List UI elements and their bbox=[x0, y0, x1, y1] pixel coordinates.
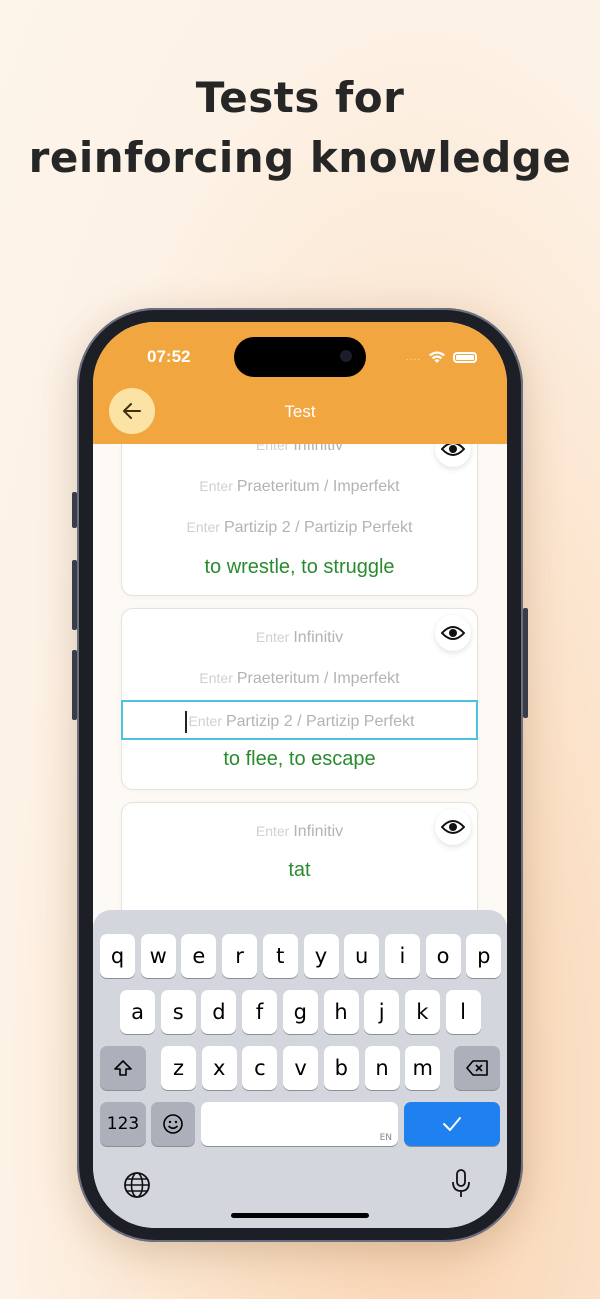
dynamic-island bbox=[234, 337, 366, 377]
verb-card: Enter Infinitiv Enter Praeteritum / Imperf… bbox=[121, 608, 478, 790]
microphone-icon[interactable] bbox=[449, 1168, 473, 1200]
battery-icon bbox=[453, 351, 477, 363]
field-prefix: Enter bbox=[199, 670, 233, 686]
field-label: Partizip 2 / Partizip Perfekt bbox=[225, 713, 415, 731]
infinitiv-input[interactable]: Enter Infinitiv bbox=[122, 823, 477, 841]
key-c[interactable]: c bbox=[242, 1046, 278, 1090]
praeteritum-input[interactable]: Enter Praeteritum / Imperfekt bbox=[122, 670, 477, 688]
key-k[interactable]: k bbox=[404, 990, 440, 1034]
signal-dots: .... bbox=[405, 351, 421, 363]
key-o[interactable]: o bbox=[425, 934, 461, 978]
phone-volume-down-button bbox=[72, 650, 77, 720]
key-p[interactable]: p bbox=[466, 934, 502, 978]
partizip-input[interactable]: Enter Partizip 2 / Partizip Perfekt bbox=[122, 519, 477, 537]
camera-icon bbox=[340, 350, 352, 362]
globe-icon[interactable] bbox=[122, 1170, 152, 1200]
emoji-icon bbox=[163, 1114, 183, 1134]
field-prefix: Enter bbox=[255, 444, 290, 453]
key-e[interactable]: e bbox=[181, 934, 217, 978]
status-time: 07:52 bbox=[147, 347, 191, 366]
headline-line-1: Tests for bbox=[195, 73, 405, 122]
field-label: Praeteritum / Imperfekt bbox=[236, 478, 400, 495]
field-prefix: Enter bbox=[255, 823, 290, 839]
partizip-input[interactable]: Enter Partizip 2 / Partizip Perfekt bbox=[123, 711, 476, 733]
field-label: Partizip 2 / Partizip Perfekt bbox=[223, 519, 413, 536]
field-prefix: Enter bbox=[199, 478, 233, 494]
shift-key[interactable] bbox=[100, 1046, 146, 1090]
test-list[interactable]: Enter Infinitiv Enter Praeteritum / Imperf… bbox=[93, 444, 507, 910]
field-label: Praeteritum / Imperfekt bbox=[236, 670, 400, 687]
filled-value: tat bbox=[288, 859, 311, 881]
infinitiv-input[interactable]: Enter Infinitiv bbox=[122, 444, 477, 455]
key-s[interactable]: s bbox=[160, 990, 196, 1034]
key-h[interactable]: h bbox=[323, 990, 359, 1034]
shift-icon bbox=[114, 1060, 132, 1076]
key-u[interactable]: u bbox=[344, 934, 380, 978]
phone-power-button bbox=[523, 608, 528, 718]
space-key[interactable]: EN bbox=[201, 1102, 398, 1146]
key-w[interactable]: w bbox=[140, 934, 176, 978]
field-label: Infinitiv bbox=[293, 444, 344, 454]
key-y[interactable]: y bbox=[303, 934, 339, 978]
delete-key[interactable] bbox=[454, 1046, 500, 1090]
key-j[interactable]: j bbox=[364, 990, 400, 1034]
verb-card: Enter Infinitiv tat bbox=[121, 802, 478, 910]
headline: Tests for reinforcing knowledge bbox=[0, 68, 600, 188]
key-r[interactable]: r bbox=[222, 934, 258, 978]
field-prefix: Enter bbox=[186, 519, 220, 535]
key-b[interactable]: b bbox=[323, 1046, 359, 1090]
key-f[interactable]: f bbox=[242, 990, 278, 1034]
infinitiv-input[interactable]: Enter Infinitiv bbox=[122, 629, 477, 647]
partizip-input-focused[interactable]: Enter Partizip 2 / Partizip Perfekt bbox=[121, 700, 478, 740]
key-t[interactable]: t bbox=[262, 934, 298, 978]
phone-volume-up-button bbox=[72, 560, 77, 630]
nav-title: Test bbox=[284, 402, 316, 421]
wifi-icon bbox=[429, 351, 445, 363]
field-label: Infinitiv bbox=[293, 629, 344, 646]
key-m[interactable]: m bbox=[405, 1046, 441, 1090]
backspace-icon bbox=[466, 1060, 488, 1076]
key-i[interactable]: i bbox=[384, 934, 420, 978]
translation-text: to wrestle, to struggle bbox=[204, 556, 395, 578]
checkmark-icon bbox=[443, 1117, 461, 1131]
key-g[interactable]: g bbox=[282, 990, 318, 1034]
key-x[interactable]: x bbox=[201, 1046, 237, 1090]
headline-line-2: reinforcing knowledge bbox=[28, 133, 572, 182]
field-prefix: Enter bbox=[188, 713, 222, 730]
key-d[interactable]: d bbox=[201, 990, 237, 1034]
field-label: Infinitiv bbox=[293, 823, 344, 840]
key-a[interactable]: a bbox=[120, 990, 155, 1034]
emoji-key[interactable] bbox=[151, 1102, 195, 1146]
key-z[interactable]: z bbox=[161, 1046, 196, 1090]
key-v[interactable]: v bbox=[283, 1046, 319, 1090]
status-icons: .... bbox=[406, 350, 477, 364]
home-indicator bbox=[231, 1213, 369, 1218]
phone-action-button bbox=[72, 492, 77, 528]
field-prefix: Enter bbox=[255, 629, 290, 645]
key-q[interactable]: q bbox=[100, 934, 135, 978]
done-key[interactable] bbox=[404, 1102, 500, 1146]
text-cursor bbox=[184, 711, 187, 733]
translation-text: to flee, to escape bbox=[223, 748, 376, 770]
app-header: 07:52 .... Test bbox=[93, 322, 507, 444]
phone-screen: 07:52 .... Test Enter Infinitiv Enter Prae… bbox=[93, 322, 507, 1228]
key-l[interactable]: l bbox=[445, 990, 481, 1034]
numbers-key[interactable]: 123 bbox=[100, 1102, 146, 1146]
keyboard-language: EN bbox=[379, 1133, 392, 1143]
verb-card: Enter Infinitiv Enter Praeteritum / Imperf… bbox=[121, 444, 478, 596]
keyboard: qwertyuiop asdfghjkl zxcvbnm 123 EN bbox=[93, 910, 507, 1228]
key-n[interactable]: n bbox=[364, 1046, 400, 1090]
praeteritum-input[interactable]: Enter Praeteritum / Imperfekt bbox=[122, 478, 477, 496]
